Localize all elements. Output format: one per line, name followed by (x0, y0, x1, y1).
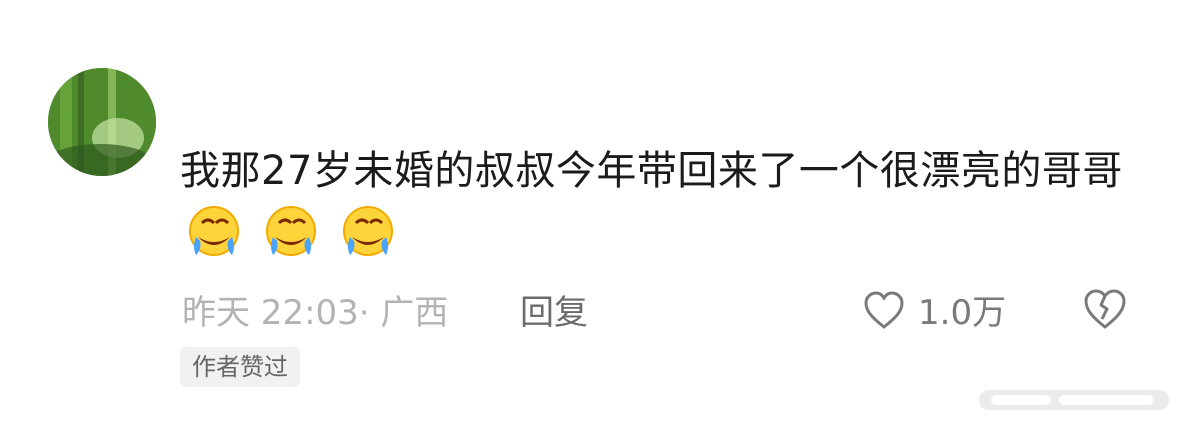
avatar-image (48, 68, 156, 176)
avatar[interactable] (48, 68, 156, 176)
watermark-logo (979, 385, 1169, 415)
dislike-button[interactable] (1080, 283, 1130, 333)
rofl-emoji-icon (263, 203, 319, 259)
comment-text-block: 我那27岁未婚的叔叔今年带回来了一个很漂亮的哥哥 (180, 140, 1140, 278)
heart-outline-icon (864, 290, 904, 329)
emoji-group (186, 203, 404, 278)
author-liked-badge: 作者赞过 (180, 347, 300, 387)
reply-button[interactable]: 回复 (520, 285, 588, 334)
like-button[interactable]: 1.0万 (860, 285, 1006, 334)
like-count: 1.0万 (918, 293, 1007, 333)
broken-heart-icon (1084, 289, 1126, 329)
comment-timestamp-location: 昨天 22:03· 广西 (182, 293, 449, 333)
comment-text: 我那27岁未婚的叔叔今年带回来了一个很漂亮的哥哥 (180, 148, 1123, 194)
rofl-emoji-icon (186, 203, 242, 259)
rofl-emoji-icon (340, 203, 396, 259)
